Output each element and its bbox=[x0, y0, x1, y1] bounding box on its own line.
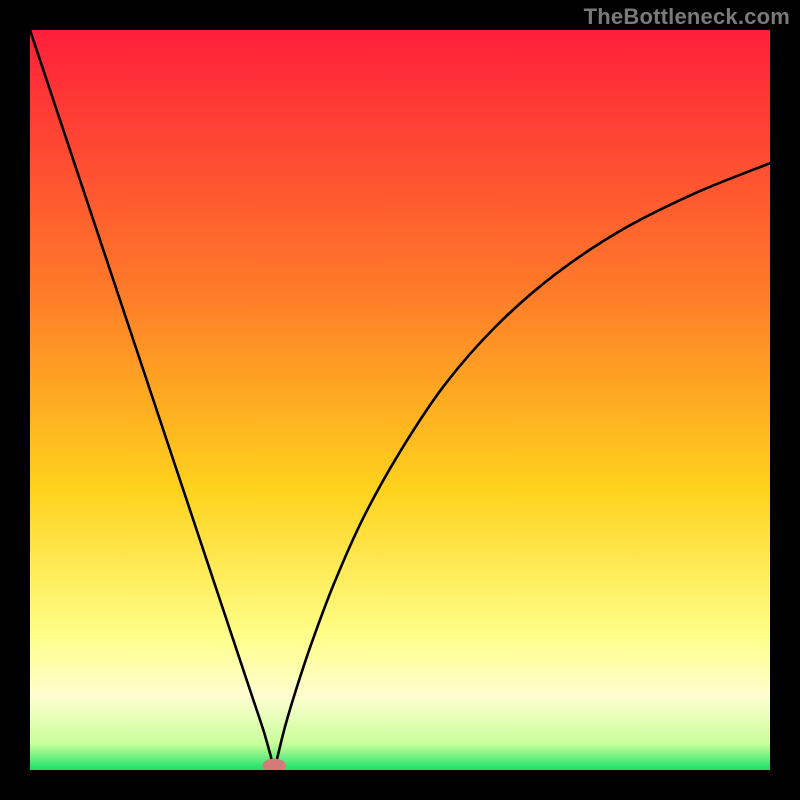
watermark-text: TheBottleneck.com bbox=[584, 4, 790, 30]
gradient-background bbox=[30, 30, 770, 770]
chart-svg bbox=[30, 30, 770, 770]
chart-frame: TheBottleneck.com bbox=[0, 0, 800, 800]
plot-area bbox=[30, 30, 770, 770]
